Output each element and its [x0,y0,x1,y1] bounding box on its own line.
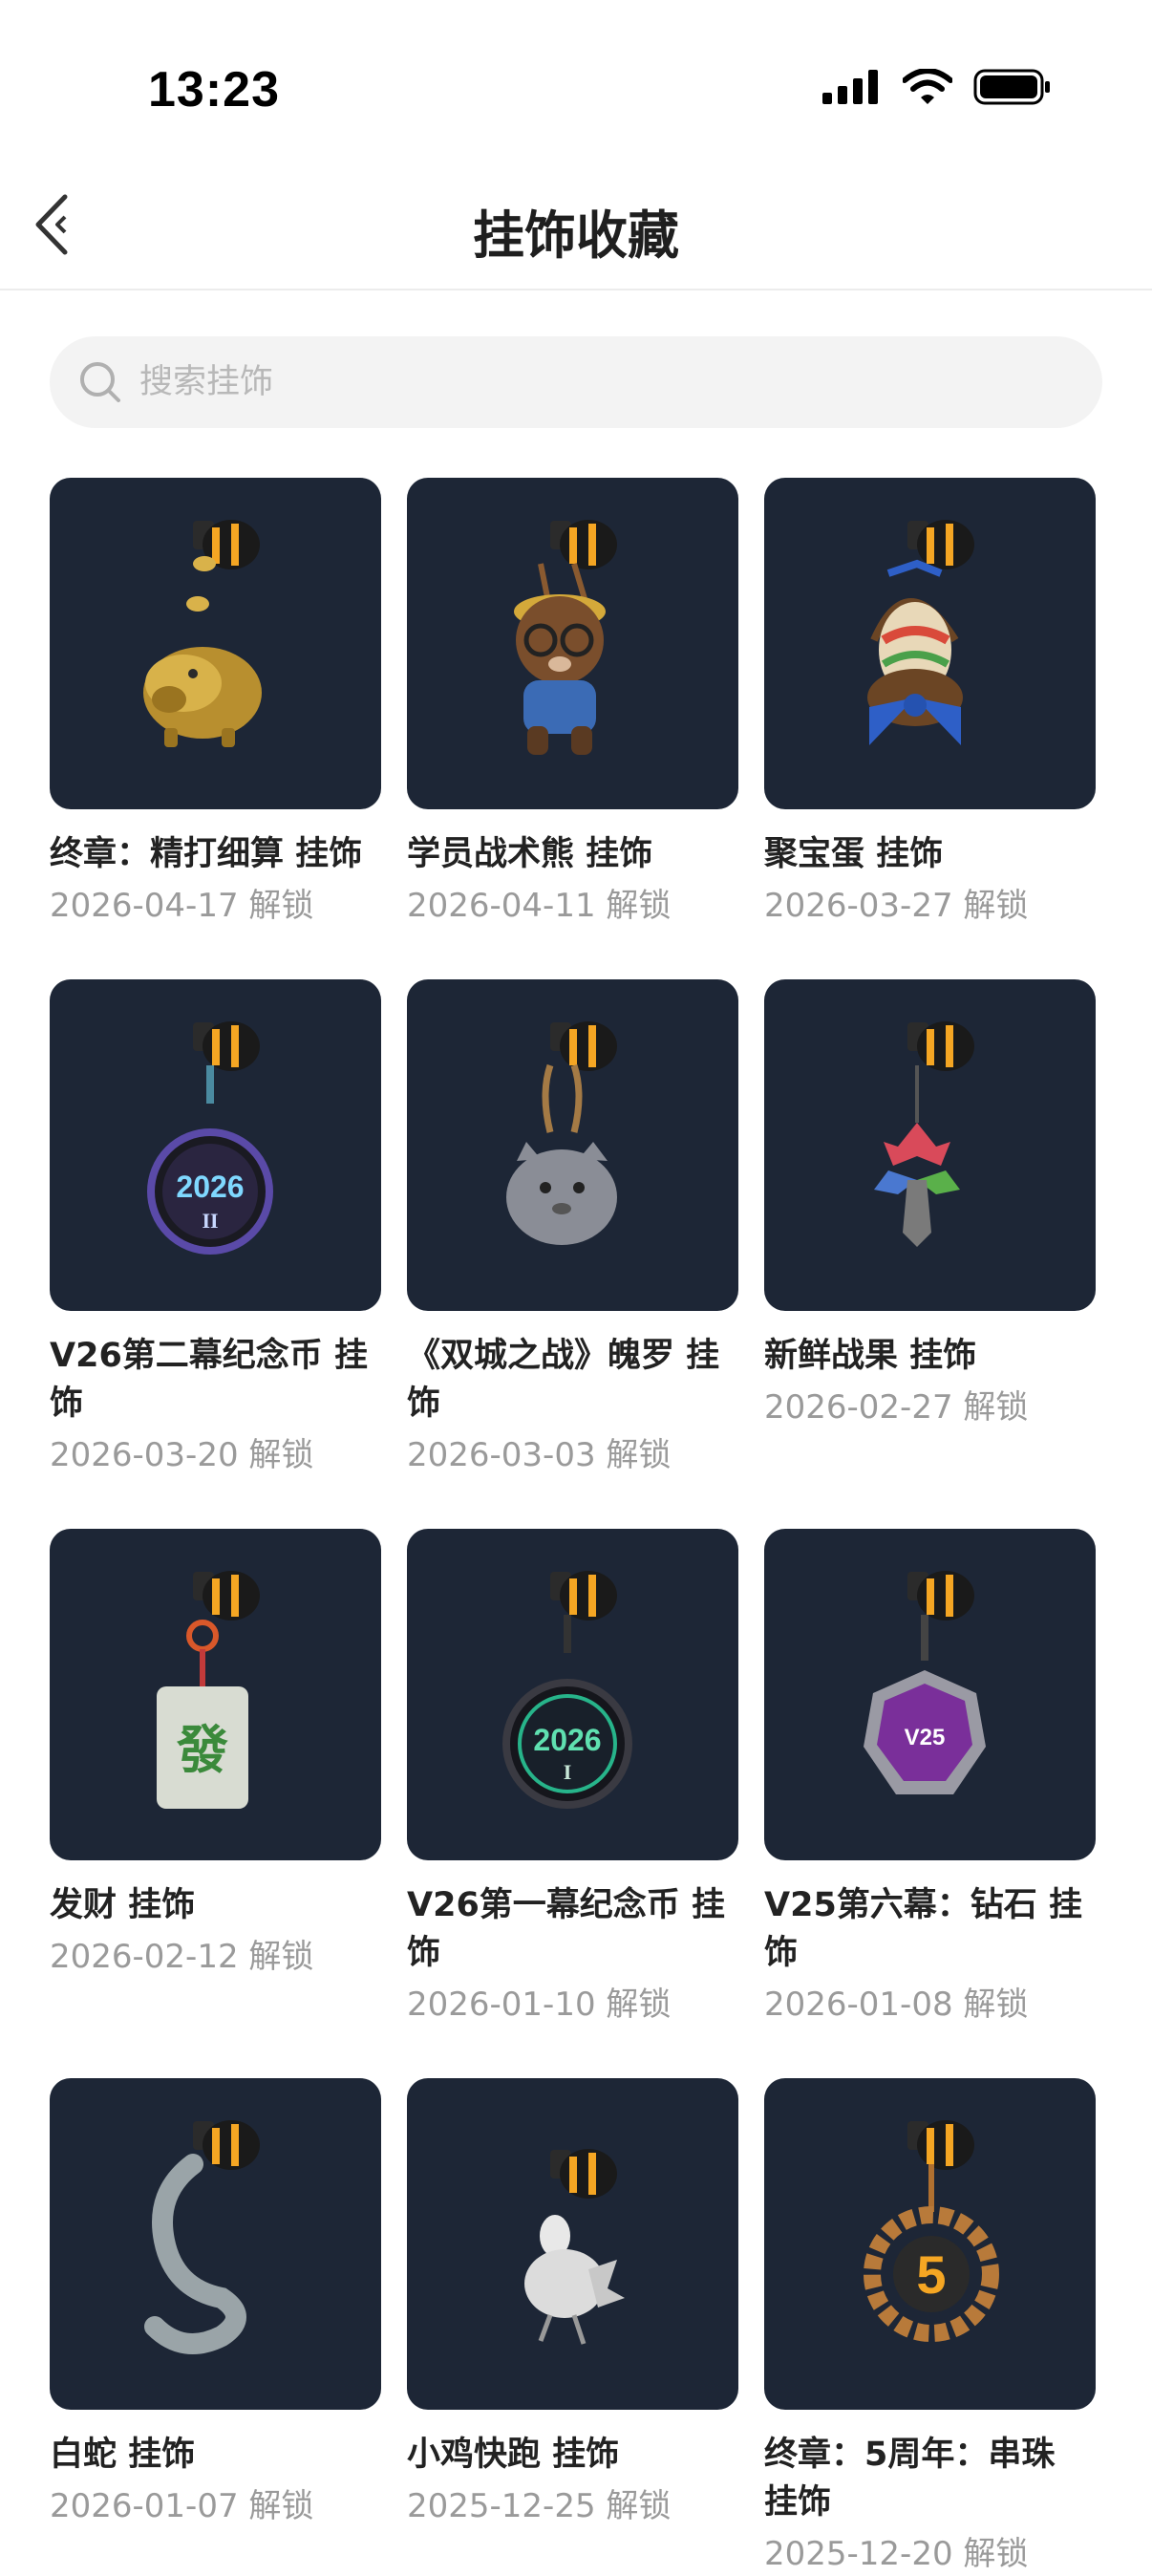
charm-thumbnail: 2026 I [407,1529,738,1860]
charm-thumbnail [407,979,738,1311]
charm-name: V25第六幕：钻石 挂饰 [764,1886,1082,1972]
battery-icon [973,69,1050,105]
charm-name: 《双城之战》魄罗 挂饰 [407,1337,720,1423]
colorful-leaf-icon [874,1021,974,1247]
charm-unlock-date: 2026-04-17 解锁 [50,887,314,925]
charm-name: 学员战术熊 挂饰 [407,835,653,873]
charm-thumbnail [764,979,1096,1311]
charm-unlock-date: 2026-04-11 解锁 [407,887,672,925]
charm-name: 终章：5周年：串珠 挂饰 [764,2436,1056,2522]
v25-text: V25 [905,1725,946,1750]
charm-card[interactable]: 發 发财 挂饰 2026-02-12 解锁 [50,1529,381,2027]
coin-year-text: 2026 [533,1723,601,1757]
white-snake-icon [144,2120,260,2354]
charm-unlock-date: 2026-03-20 解锁 [50,1436,314,1474]
charm-unlock-date: 2026-01-07 解锁 [50,2487,314,2525]
search-box[interactable] [50,336,1102,428]
search-input[interactable] [139,336,1102,428]
charm-thumbnail: 2026 II [50,979,381,1311]
status-bar: 13:23 [0,0,1152,162]
charm-grid: 终章：精打细算 挂饰 2026-04-17 解锁 学员战术熊 挂饰 2026-0 [50,478,1102,2576]
golden-piggy-bank-icon [143,520,262,747]
charm-card[interactable]: 终章：精打细算 挂饰 2026-04-17 解锁 [50,478,381,928]
coin-2026-ii-icon: 2026 II [147,1021,273,1255]
charm-unlock-date: 2026-01-08 解锁 [764,1986,1029,2024]
charm-thumbnail [50,2078,381,2410]
charm-card[interactable]: 聚宝蛋 挂饰 2026-03-27 解锁 [764,478,1096,928]
coin-2026-i-icon: 2026 I [502,1571,632,1809]
status-icons [822,69,1052,105]
wifi-icon [903,69,952,104]
charm-card[interactable]: 5 终章：5周年：串珠 挂饰 2025-12-20 解锁 [764,2078,1096,2576]
charm-name: V26第二幕纪念币 挂饰 [50,1337,368,1423]
mahjong-tile-icon: 發 [157,1571,260,1809]
diamond-badge-v25-icon: V25 [864,1571,986,1794]
five-text: 5 [916,2244,946,2305]
charm-name: V26第一幕纪念币 挂饰 [407,1886,725,1972]
charm-thumbnail: 5 [764,2078,1096,2410]
charm-unlock-date: 2026-02-27 解锁 [764,1388,1029,1427]
charm-card[interactable]: 学员战术熊 挂饰 2026-04-11 解锁 [407,478,738,928]
tactical-bear-icon [514,520,617,755]
charm-name: 小鸡快跑 挂饰 [407,2436,620,2474]
charm-card[interactable]: 2026 II V26第二幕纪念币 挂饰 2026-03-20 解锁 [50,979,381,1477]
charm-name: 聚宝蛋 挂饰 [764,835,944,873]
easter-egg-basket-icon [867,520,974,745]
poro-icon [506,1021,617,1245]
charm-name: 新鲜战果 挂饰 [764,1337,977,1375]
charm-thumbnail [764,478,1096,809]
mahjong-text: 發 [176,1719,228,1780]
charm-card[interactable]: 白蛇 挂饰 2026-01-07 解锁 [50,2078,381,2576]
coin-year-text: 2026 [176,1170,244,1204]
charm-unlock-date: 2026-03-27 解锁 [764,887,1029,925]
charm-unlock-date: 2025-12-25 解锁 [407,2487,672,2525]
page-title: 挂饰收藏 [473,205,679,266]
charm-name: 终章：精打细算 挂饰 [50,835,363,873]
search-icon [80,362,120,402]
charm-unlock-date: 2026-03-03 解锁 [407,1436,672,1474]
nav-bar: 挂饰收藏 [0,162,1152,290]
charm-card[interactable]: 2026 I V26第一幕纪念币 挂饰 2026-01-10 解锁 [407,1529,738,2027]
charm-name: 白蛇 挂饰 [50,2436,196,2474]
charm-thumbnail [50,478,381,809]
charm-card[interactable]: 小鸡快跑 挂饰 2025-12-25 解锁 [407,2078,738,2576]
charm-unlock-date: 2026-01-10 解锁 [407,1986,672,2024]
charm-name: 发财 挂饰 [50,1886,196,1924]
charm-thumbnail: V25 [764,1529,1096,1860]
coin-act-text: I [564,1760,572,1784]
charm-unlock-date: 2025-12-20 解锁 [764,2535,1029,2573]
charm-card[interactable]: 新鲜战果 挂饰 2026-02-27 解锁 [764,979,1096,1477]
charm-thumbnail [407,478,738,809]
cellular-signal-icon [822,70,878,104]
charm-card[interactable]: V25 V25第六幕：钻石 挂饰 2026-01-08 解锁 [764,1529,1096,2027]
status-time: 13:23 [148,62,280,118]
charm-unlock-date: 2026-02-12 解锁 [50,1938,314,1976]
coin-act-text: II [202,1209,218,1233]
charm-card[interactable]: 《双城之战》魄罗 挂饰 2026-03-03 解锁 [407,979,738,1477]
running-chicken-icon [524,2149,625,2345]
charm-thumbnail: 發 [50,1529,381,1860]
beaded-5-anniversary-icon: 5 [864,2120,999,2342]
charm-thumbnail [407,2078,738,2410]
